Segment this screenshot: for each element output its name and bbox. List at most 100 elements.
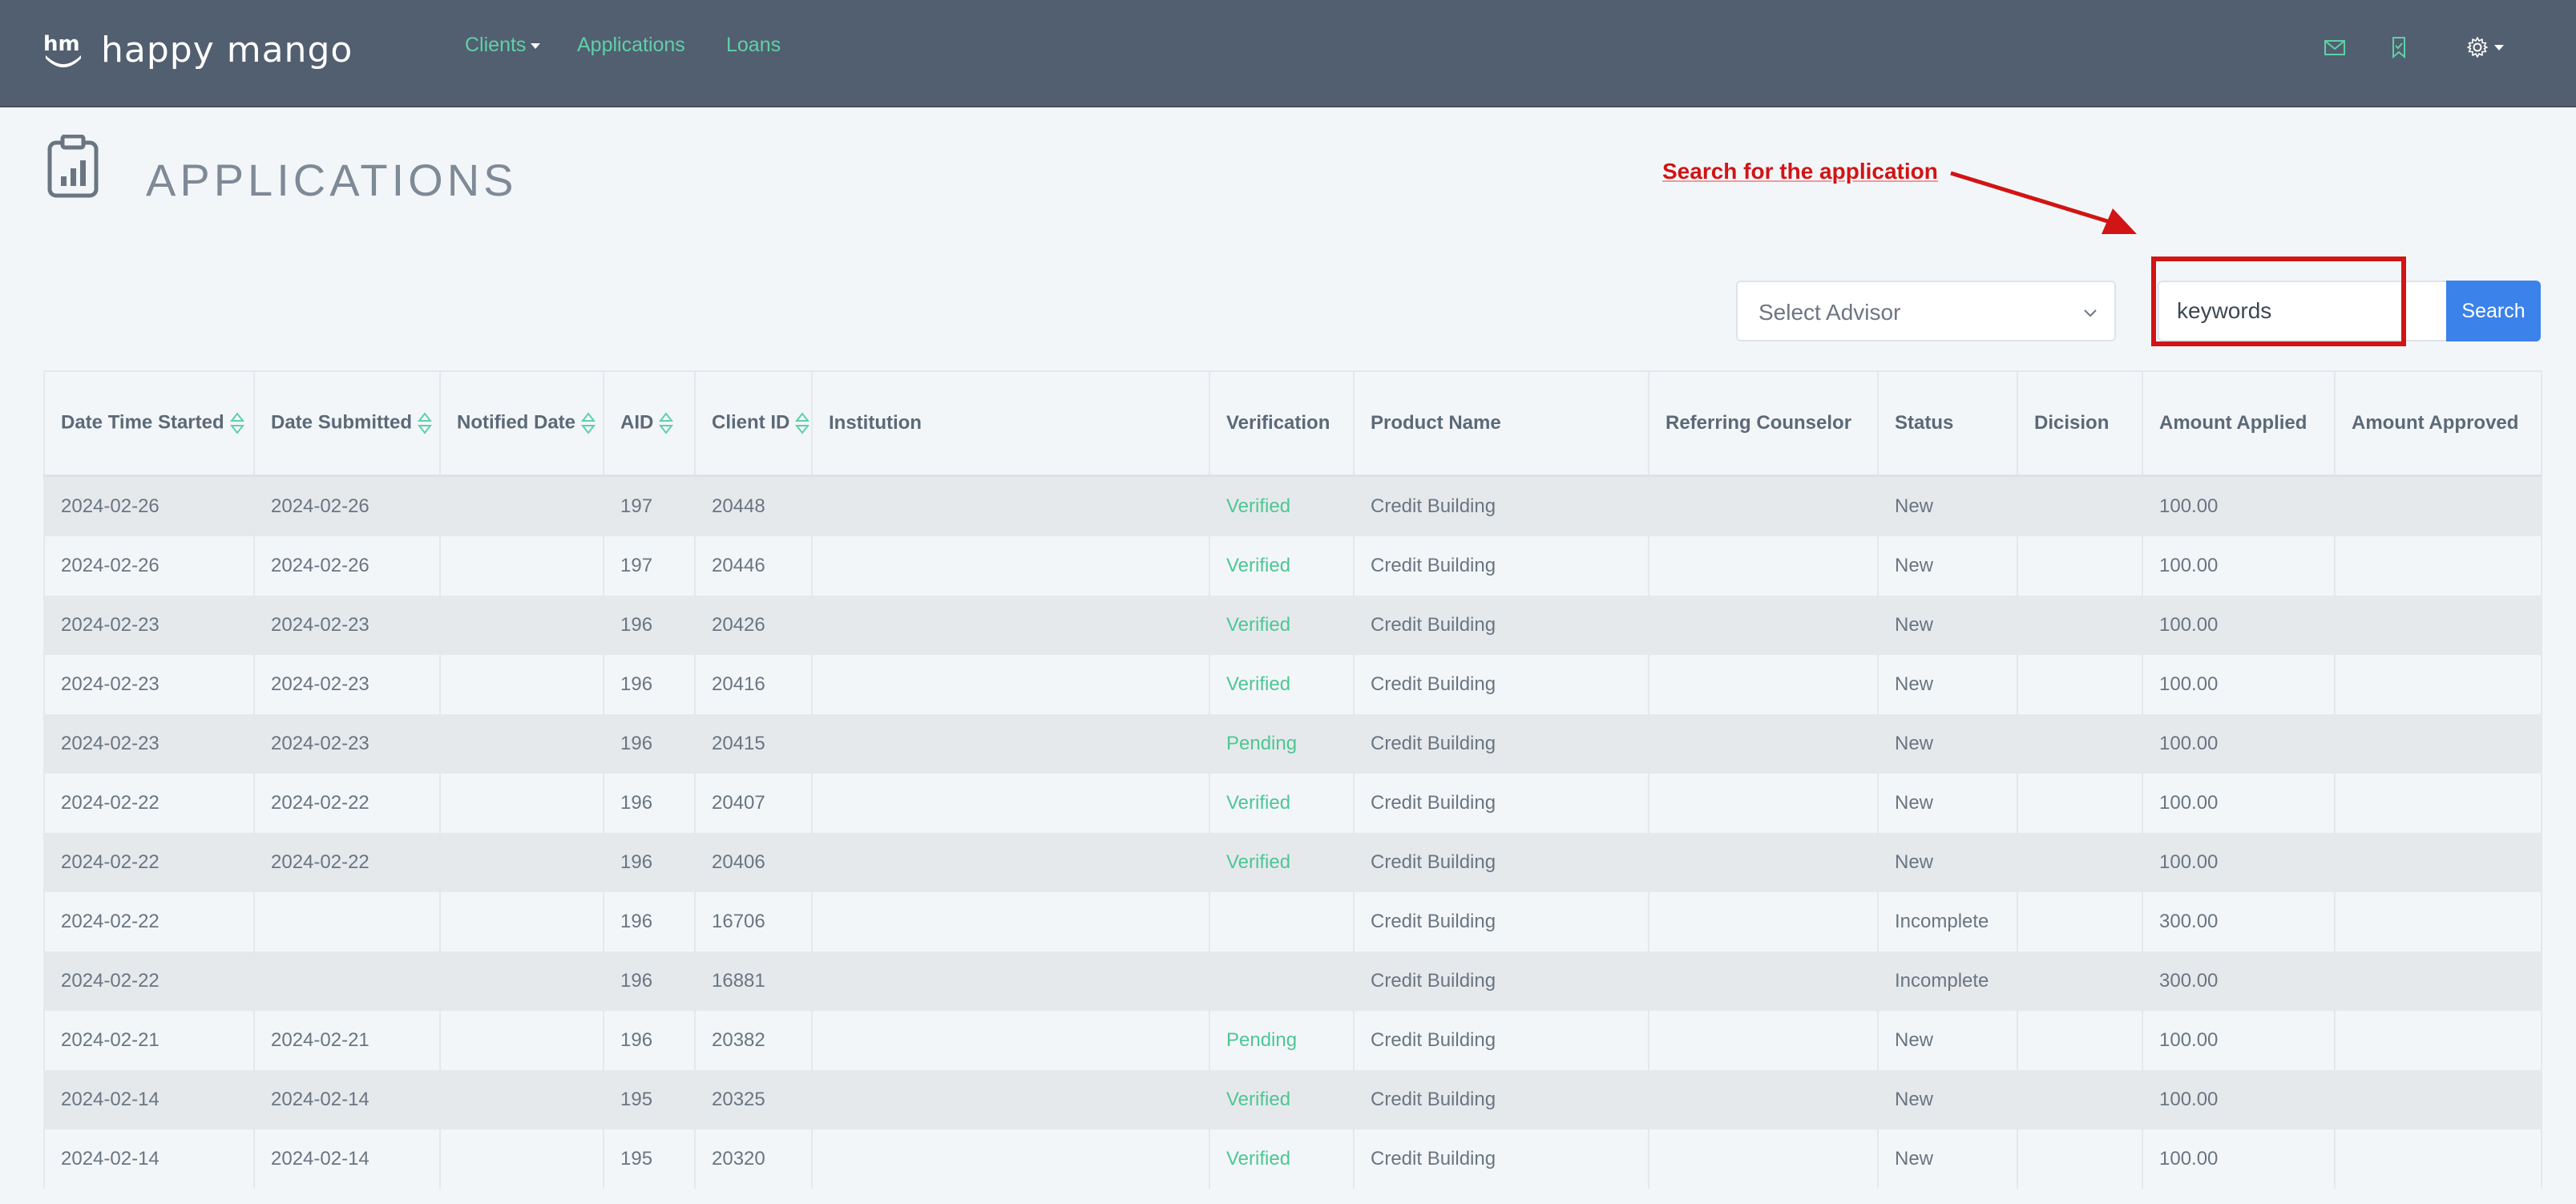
settings-menu[interactable] — [2465, 35, 2504, 59]
column-header: Dicision — [2017, 370, 2143, 477]
column-header[interactable]: Client ID — [694, 370, 813, 477]
table-cell — [1648, 833, 1879, 892]
column-header-label: Date Time Started — [61, 411, 224, 434]
table-cell — [253, 951, 441, 1011]
table-cell: 196 — [603, 1011, 696, 1070]
table-row[interactable]: 2024-02-22 196 16706 Credit Building Incompl… — [43, 892, 2542, 951]
table-cell: 2024-02-26 — [43, 475, 255, 536]
table-cell — [1209, 951, 1355, 1011]
table-cell: 2024-02-21 — [253, 1011, 441, 1070]
table-row[interactable]: 2024-02-23 2024-02-23 196 20426 Verified Cred… — [43, 596, 2542, 655]
sort-icon[interactable] — [417, 409, 433, 438]
table-cell: 20407 — [694, 774, 813, 833]
table-row[interactable]: 2024-02-23 2024-02-23 196 20416 Verified Cred… — [43, 655, 2542, 714]
table-cell: 197 — [603, 475, 696, 536]
gear-icon — [2467, 37, 2488, 58]
table-cell — [1648, 714, 1879, 774]
table-cell: 196 — [603, 833, 696, 892]
column-header[interactable]: Date Submitted — [253, 370, 441, 477]
table-cell: 2024-02-14 — [43, 1129, 255, 1189]
table-cell: Verified — [1209, 475, 1355, 536]
table-cell: Credit Building — [1353, 475, 1649, 536]
table-cell: 20446 — [694, 536, 813, 596]
app-logo[interactable]: hm happy mango — [42, 26, 353, 74]
search-button[interactable]: Search — [2446, 281, 2541, 341]
table-cell: 2024-02-14 — [43, 1070, 255, 1129]
table-cell: 196 — [603, 892, 696, 951]
table-cell: 196 — [603, 655, 696, 714]
table-cell — [2017, 536, 2143, 596]
table-cell — [2017, 655, 2143, 714]
table-cell: Credit Building — [1353, 833, 1649, 892]
column-header-label: Amount Approved — [2352, 412, 2519, 434]
sort-icon[interactable] — [658, 409, 674, 438]
table-cell: 100.00 — [2142, 1070, 2336, 1129]
table-row[interactable]: 2024-02-22 196 16881 Credit Building Incompl… — [43, 951, 2542, 1011]
table-cell: Credit Building — [1353, 714, 1649, 774]
table-cell: 16881 — [694, 951, 813, 1011]
table-row[interactable]: 2024-02-26 2024-02-26 197 20448 Verified Cred… — [43, 475, 2542, 536]
table-row[interactable]: 2024-02-14 2024-02-14 195 20325 Verified Cred… — [43, 1070, 2542, 1129]
table-cell: New — [1877, 596, 2018, 655]
table-cell: Credit Building — [1353, 1070, 1649, 1129]
table-cell: New — [1877, 536, 2018, 596]
sort-icon[interactable] — [794, 409, 810, 438]
top-navbar: hm happy mango Clients Applications Loan… — [0, 0, 2576, 107]
table-row[interactable]: 2024-02-26 2024-02-26 197 20446 Verified Cred… — [43, 536, 2542, 596]
table-cell — [439, 475, 604, 536]
table-cell — [1648, 1070, 1879, 1129]
table-cell — [811, 833, 1210, 892]
table-row[interactable]: 2024-02-14 2024-02-14 195 20320 Verified Cred… — [43, 1129, 2542, 1189]
table-cell — [439, 774, 604, 833]
column-header: Amount Approved — [2334, 370, 2542, 477]
table-cell: 2024-02-23 — [253, 714, 441, 774]
sort-icon[interactable] — [229, 409, 245, 438]
table-cell — [2334, 655, 2542, 714]
mail-icon[interactable] — [2323, 35, 2347, 59]
caret-down-icon — [2494, 44, 2504, 51]
table-cell — [439, 655, 604, 714]
table-cell: 2024-02-26 — [43, 536, 255, 596]
table-row[interactable]: 2024-02-22 2024-02-22 196 20407 Verified Cred… — [43, 774, 2542, 833]
table-cell: New — [1877, 774, 2018, 833]
table-cell — [1648, 1129, 1879, 1189]
column-header-label: Client ID — [712, 411, 790, 434]
table-cell: New — [1877, 655, 2018, 714]
table-row[interactable]: 2024-02-23 2024-02-23 196 20415 Pending Credi… — [43, 714, 2542, 774]
nav-applications[interactable]: Applications — [577, 34, 685, 57]
table-cell: 100.00 — [2142, 714, 2336, 774]
table-cell — [811, 1129, 1210, 1189]
table-cell — [2017, 596, 2143, 655]
table-cell — [811, 1070, 1210, 1129]
table-cell — [811, 892, 1210, 951]
table-cell — [2334, 951, 2542, 1011]
nav-clients[interactable]: Clients — [465, 34, 541, 57]
table-cell: New — [1877, 1129, 2018, 1189]
column-header[interactable]: Date Time Started — [43, 370, 255, 477]
table-cell — [2017, 833, 2143, 892]
table-cell — [2334, 596, 2542, 655]
sort-icon[interactable] — [580, 409, 596, 438]
table-cell: Incomplete — [1877, 892, 2018, 951]
table-cell: 196 — [603, 774, 696, 833]
column-header-label: Date Submitted — [271, 411, 413, 434]
caret-down-icon — [531, 42, 541, 49]
table-cell — [439, 1070, 604, 1129]
table-row[interactable]: 2024-02-21 2024-02-21 196 20382 Pending Credi… — [43, 1011, 2542, 1070]
advisor-select[interactable]: Select Advisor — [1736, 281, 2116, 341]
table-cell: 2024-02-22 — [43, 833, 255, 892]
table-cell — [2334, 1011, 2542, 1070]
app-name: happy mango — [101, 29, 353, 71]
table-cell — [1648, 596, 1879, 655]
table-cell — [811, 475, 1210, 536]
table-row[interactable]: 2024-02-22 2024-02-22 196 20406 Verified Cred… — [43, 833, 2542, 892]
applications-table: Date Time Started Date Submitted Notified … — [43, 370, 2542, 1189]
bookmark-icon[interactable] — [2387, 35, 2411, 59]
table-cell — [1648, 892, 1879, 951]
column-header[interactable]: Notified Date — [439, 370, 604, 477]
table-cell: 196 — [603, 951, 696, 1011]
table-cell: New — [1877, 1070, 2018, 1129]
table-cell — [439, 1129, 604, 1189]
nav-loans[interactable]: Loans — [726, 34, 781, 57]
column-header[interactable]: AID — [603, 370, 696, 477]
